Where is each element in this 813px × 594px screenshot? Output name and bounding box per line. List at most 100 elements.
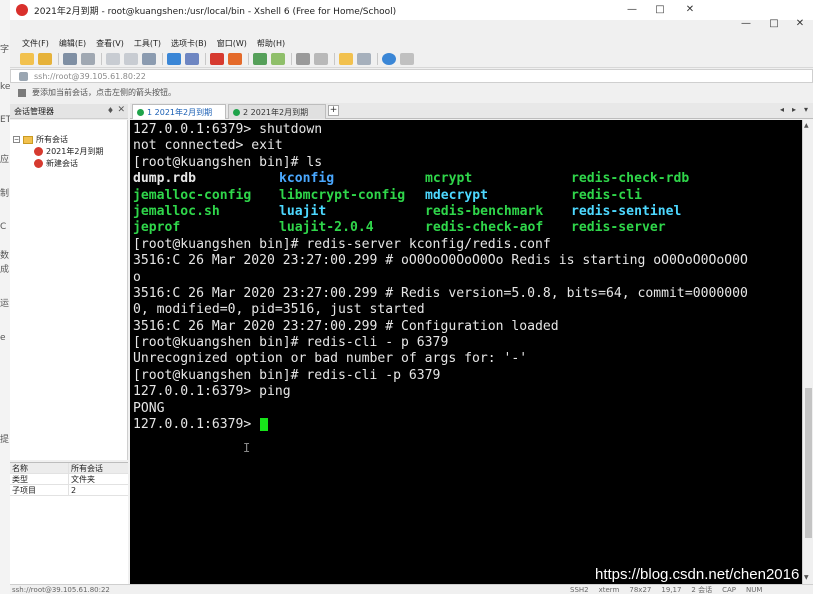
terminal-line: 0, modified=0, pid=3516, just started — [133, 302, 425, 318]
close-panel-icon[interactable]: ✕ — [117, 105, 125, 115]
session-icon — [34, 159, 43, 168]
window-icon[interactable] — [357, 52, 371, 65]
pin-icon[interactable]: ♦ — [107, 106, 114, 115]
terminal-line: 127.0.0.1:6379> shutdown — [133, 122, 323, 137]
status-bar: ssh://root@39.105.61.80:22 SSH2 xterm 78… — [10, 584, 813, 594]
ls-entry: jeprof — [133, 220, 181, 236]
toolbar-separator — [162, 52, 163, 65]
xshell-window: 2021年2月到期 - root@kuangshen:/usr/local/bi… — [10, 0, 813, 594]
xftp-icon[interactable] — [228, 52, 242, 65]
close-button[interactable]: ✕ — [676, 0, 704, 20]
script-icon[interactable] — [271, 52, 285, 65]
copy-icon[interactable] — [106, 52, 120, 65]
tab-session-2[interactable]: 2 2021年2月到期 — [228, 104, 326, 119]
menu-tabs[interactable]: 选项卡(B) — [171, 38, 207, 49]
property-value: 文件夹 — [71, 475, 95, 484]
inner-maximize-button[interactable]: □ — [760, 16, 788, 32]
hint-text: 要添加当前会话，点击左侧的箭头按钮。 — [32, 88, 176, 97]
property-name: 类型 — [10, 474, 69, 484]
status-size: 78x27 — [629, 586, 652, 594]
status-info: SSH2 xterm 78x27 19,17 2 会话 CAP NUM — [570, 585, 762, 594]
tab-prev-icon[interactable]: ◂ — [780, 105, 784, 114]
title-bar: 2021年2月到期 - root@kuangshen:/usr/local/bi… — [10, 0, 813, 20]
tree-item-session-expiring[interactable]: 2021年2月到期 — [34, 146, 103, 157]
background-window-strip: 字 ke ET 应 C 数 制 成 运 e 提 — [0, 0, 11, 594]
comment-icon[interactable] — [400, 52, 414, 65]
minimize-button[interactable]: — — [618, 0, 646, 20]
toolbar-separator — [291, 52, 292, 65]
terminal-line: [root@kuangshen bin]# redis-cli - p 6379 — [133, 335, 449, 351]
disconnect-icon[interactable] — [81, 52, 95, 65]
terminal-line: 3516:C 26 Mar 2020 23:27:00.299 # oO0OoO… — [133, 253, 748, 269]
connect-icon[interactable] — [63, 52, 77, 65]
terminal-scrollbar[interactable]: ▲ ▼ — [802, 120, 813, 584]
new-session-icon[interactable] — [20, 52, 34, 65]
font-icon[interactable] — [185, 52, 199, 65]
inner-close-button[interactable]: ✕ — [786, 16, 813, 32]
ls-entry: redis-server — [571, 220, 666, 236]
terminal-line: 127.0.0.1:6379> ping — [133, 384, 291, 400]
search-icon[interactable] — [142, 52, 156, 65]
status-sessions: 2 会话 — [691, 586, 713, 594]
address-value: ssh://root@39.105.61.80:22 — [34, 71, 146, 81]
globe-icon[interactable] — [167, 52, 181, 65]
tab-session-1[interactable]: 1 2021年2月到期 — [132, 104, 226, 119]
tab-next-icon[interactable]: ▸ — [792, 105, 796, 114]
ls-entry: mcrypt — [425, 171, 473, 187]
xshell-icon[interactable] — [210, 52, 224, 65]
scroll-thumb[interactable] — [805, 388, 812, 538]
connected-status-icon — [137, 108, 144, 116]
ls-entry: dump.rdb — [133, 171, 197, 187]
terminal-view[interactable]: 127.0.0.1:6379> shutdown not connected> … — [130, 120, 802, 584]
menu-edit[interactable]: 编辑(E) — [59, 38, 86, 49]
scroll-down-icon[interactable]: ▼ — [804, 574, 809, 581]
behind-fragment: e — [0, 333, 6, 343]
tree-item-new-session[interactable]: 新建会话 — [34, 158, 78, 169]
terminal-prompt: 127.0.0.1:6379> — [133, 417, 260, 433]
toolbar-separator — [58, 52, 59, 65]
menu-tools[interactable]: 工具(T) — [134, 38, 161, 49]
tree-item-label: 2021年2月到期 — [46, 147, 104, 156]
maximize-button[interactable]: □ — [646, 0, 674, 20]
add-tab-button[interactable]: + — [328, 105, 339, 116]
ls-output-row: jemalloc-config libmcrypt-config mdecryp… — [133, 188, 802, 204]
tab-bar: 1 2021年2月到期 2 2021年2月到期 + ◂ ▸ ▾ — [130, 103, 813, 119]
ls-entry: luajit — [279, 203, 327, 219]
menu-window[interactable]: 窗口(W) — [217, 38, 247, 49]
behind-fragment: 提 — [0, 435, 10, 445]
tab-menu-icon[interactable]: ▾ — [804, 105, 808, 114]
help-icon[interactable] — [382, 52, 396, 65]
collapse-icon[interactable]: − — [13, 136, 20, 143]
menu-bar: 文件(F) 编辑(E) 查看(V) 工具(T) 选项卡(B) 窗口(W) 帮助(… — [10, 36, 813, 50]
status-position: 19,17 — [661, 586, 682, 594]
paste-icon[interactable] — [124, 52, 138, 65]
toolbar-separator — [248, 52, 249, 65]
terminal-line: 3516:C 26 Mar 2020 23:27:00.299 # Redis … — [133, 285, 748, 301]
layout-icon[interactable] — [339, 52, 353, 65]
behind-fragment: ke — [0, 82, 11, 92]
menu-view[interactable]: 查看(V) — [96, 38, 124, 49]
behind-fragment: 数 — [0, 251, 10, 261]
open-folder-icon[interactable] — [38, 52, 52, 65]
menu-file[interactable]: 文件(F) — [22, 38, 49, 49]
ls-entry: kconfig — [279, 171, 335, 187]
ls-entry: redis-check-aof — [425, 220, 544, 236]
properties-panel: 名称 所有会话 类型 文件夹 子项目 2 — [10, 462, 128, 594]
folder-icon — [23, 135, 33, 144]
bookmark-icon[interactable] — [18, 88, 26, 97]
session-icon — [34, 147, 43, 156]
tree-item-all-sessions[interactable]: − 所有会话 — [13, 134, 68, 145]
ls-entry: jemalloc-config — [133, 187, 252, 203]
transfer-icon[interactable] — [253, 52, 267, 65]
lock-icon[interactable] — [314, 52, 328, 65]
toolbar-separator — [101, 52, 102, 65]
inner-minimize-button[interactable]: — — [732, 16, 760, 32]
status-connection: ssh://root@39.105.61.80:22 — [12, 586, 110, 594]
scroll-up-icon[interactable]: ▲ — [804, 122, 809, 129]
terminal-line: not connected> exit — [133, 138, 283, 154]
properties-row: 子项目 2 — [10, 485, 128, 496]
ls-entry: redis-cli — [571, 187, 642, 203]
keyboard-icon[interactable] — [296, 52, 310, 65]
menu-help[interactable]: 帮助(H) — [257, 38, 285, 49]
address-bar[interactable]: ssh://root@39.105.61.80:22 — [10, 69, 813, 83]
